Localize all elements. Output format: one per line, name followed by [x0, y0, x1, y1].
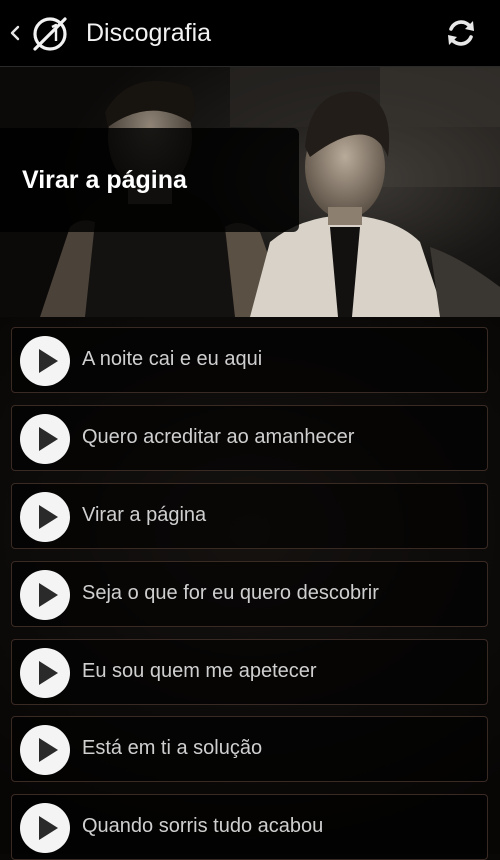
- track-title: A noite cai e eu aqui: [82, 348, 263, 370]
- play-icon[interactable]: [20, 414, 70, 464]
- page-title: Discografia: [86, 19, 212, 47]
- list-item[interactable]: Eu sou quem me apetecer: [11, 639, 488, 705]
- play-icon[interactable]: [20, 336, 70, 386]
- list-item[interactable]: Seja o que for eu quero descobrir: [11, 561, 488, 627]
- list-item[interactable]: Virar a página: [11, 483, 488, 549]
- play-icon[interactable]: [20, 648, 70, 698]
- track-title: Seja o que for eu quero descobrir: [82, 582, 379, 604]
- play-icon[interactable]: [20, 725, 70, 775]
- app-logo-icon[interactable]: [30, 14, 70, 54]
- track-title: Está em ti a solução: [82, 737, 263, 759]
- play-icon[interactable]: [20, 803, 70, 853]
- refresh-icon[interactable]: [442, 14, 480, 52]
- action-bar: Discografia: [0, 0, 500, 67]
- banner-caption: Virar a página: [0, 128, 299, 232]
- play-icon[interactable]: [20, 570, 70, 620]
- track-title: Virar a página: [82, 504, 207, 526]
- track-list: A noite cai e eu aqui Quero acreditar ao…: [0, 317, 500, 860]
- chevron-left-icon[interactable]: [6, 20, 24, 46]
- list-item[interactable]: Está em ti a solução: [11, 716, 488, 782]
- track-title: Eu sou quem me apetecer: [82, 660, 317, 682]
- track-title: Quando sorris tudo acabou: [82, 815, 324, 837]
- banner-caption-text: Virar a página: [22, 166, 187, 194]
- list-item[interactable]: A noite cai e eu aqui: [11, 327, 488, 393]
- track-title: Quero acreditar ao amanhecer: [82, 426, 355, 448]
- album-banner: Virar a página: [0, 67, 500, 317]
- list-item[interactable]: Quando sorris tudo acabou: [11, 794, 488, 860]
- play-icon[interactable]: [20, 492, 70, 542]
- list-item[interactable]: Quero acreditar ao amanhecer: [11, 405, 488, 471]
